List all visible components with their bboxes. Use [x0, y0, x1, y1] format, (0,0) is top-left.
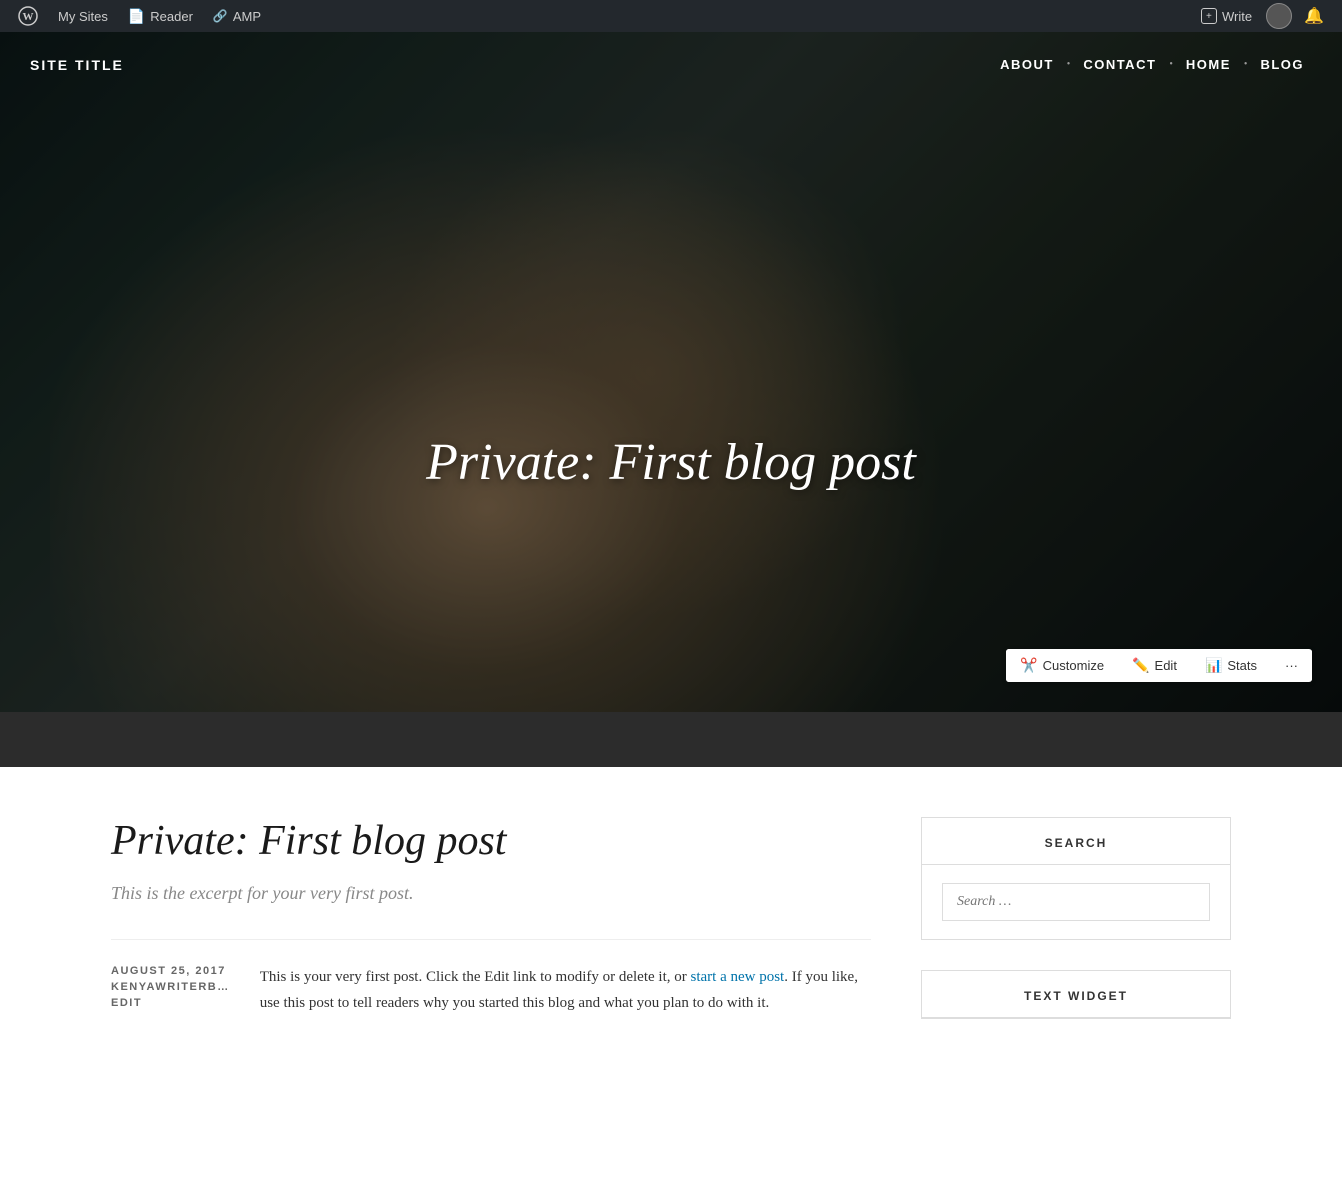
- amp-icon: 🔗: [213, 9, 228, 23]
- write-button[interactable]: + Write: [1191, 0, 1262, 32]
- hero-toolbar: ✂️ Customize ✏️ Edit 📊 Stats ···: [1006, 649, 1312, 682]
- notifications-bell[interactable]: 🔔: [1296, 0, 1332, 32]
- reader-label: Reader: [150, 9, 193, 24]
- search-widget-title: SEARCH: [922, 818, 1230, 865]
- wordpress-logo-link[interactable]: W: [10, 0, 46, 32]
- nav-home[interactable]: HOME: [1178, 52, 1239, 77]
- customize-icon: ✂️: [1020, 657, 1037, 674]
- nav-about[interactable]: ABOUT: [992, 52, 1062, 77]
- admin-bar-right: + Write 🔔: [1191, 0, 1332, 32]
- nav-contact[interactable]: CONTACT: [1075, 52, 1164, 77]
- my-sites-link[interactable]: My Sites: [50, 0, 116, 32]
- new-post-link[interactable]: start a new post: [691, 969, 785, 985]
- post-body: This is your very first post. Click the …: [260, 965, 871, 1016]
- more-label: ···: [1285, 658, 1298, 673]
- site-title: SITE TITLE: [30, 57, 124, 73]
- edit-label: Edit: [1155, 658, 1177, 673]
- post-meta: AUGUST 25, 2017 KENYAWRITERB… EDIT: [111, 965, 230, 1016]
- stats-icon: 📊: [1205, 657, 1222, 674]
- hero-title: Private: First blog post: [0, 433, 1342, 492]
- post-date: AUGUST 25, 2017: [111, 965, 230, 977]
- search-widget: SEARCH: [921, 817, 1231, 940]
- amp-label: AMP: [233, 9, 261, 24]
- post-author: KENYAWRITERB…: [111, 981, 230, 993]
- post-edit-link[interactable]: EDIT: [111, 997, 230, 1009]
- site-header: SITE TITLE ABOUT • CONTACT • HOME • BLOG: [0, 32, 1342, 97]
- admin-bar: W My Sites 📄 Reader 🔗 AMP + Write 🔔: [0, 0, 1342, 32]
- post-body-text-1: This is your very first post. Click the …: [260, 969, 691, 985]
- customize-label: Customize: [1043, 658, 1104, 673]
- sidebar: SEARCH TEXT WIDGET: [921, 817, 1231, 1049]
- stats-label: Stats: [1227, 658, 1257, 673]
- hero-section: Private: First blog post ✂️ Customize ✏️…: [0, 32, 1342, 712]
- main-content: Private: First blog post This is the exc…: [81, 767, 1261, 1129]
- post-article: Private: First blog post This is the exc…: [111, 817, 871, 1049]
- text-widget-title: TEXT WIDGET: [922, 971, 1230, 1018]
- dark-strip: [0, 712, 1342, 767]
- nav-blog[interactable]: BLOG: [1252, 52, 1312, 77]
- search-input[interactable]: [942, 883, 1210, 921]
- svg-text:W: W: [23, 11, 34, 23]
- hero-overlay: [0, 32, 1342, 712]
- post-excerpt: This is the excerpt for your very first …: [111, 883, 871, 904]
- text-widget: TEXT WIDGET: [921, 970, 1231, 1019]
- nav-dot-3: •: [1244, 59, 1248, 70]
- reader-link[interactable]: 📄 Reader: [120, 0, 201, 32]
- edit-icon: ✏️: [1132, 657, 1149, 674]
- site-nav: ABOUT • CONTACT • HOME • BLOG: [992, 52, 1312, 77]
- search-widget-body: [922, 865, 1230, 939]
- write-icon: +: [1201, 8, 1217, 24]
- edit-button[interactable]: ✏️ Edit: [1118, 649, 1191, 682]
- customize-button[interactable]: ✂️ Customize: [1006, 649, 1118, 682]
- amp-link[interactable]: 🔗 AMP: [205, 0, 269, 32]
- user-avatar[interactable]: [1266, 3, 1292, 29]
- nav-dot-1: •: [1067, 59, 1071, 70]
- stats-button[interactable]: 📊 Stats: [1191, 649, 1271, 682]
- my-sites-label: My Sites: [58, 9, 108, 24]
- site-wrapper: SITE TITLE ABOUT • CONTACT • HOME • BLOG…: [0, 32, 1342, 1129]
- nav-dot-2: •: [1169, 59, 1173, 70]
- more-button[interactable]: ···: [1271, 650, 1312, 681]
- write-label: Write: [1222, 9, 1252, 24]
- meta-body-row: AUGUST 25, 2017 KENYAWRITERB… EDIT This …: [111, 939, 871, 1016]
- reader-icon: 📄: [128, 8, 145, 25]
- post-title: Private: First blog post: [111, 817, 871, 865]
